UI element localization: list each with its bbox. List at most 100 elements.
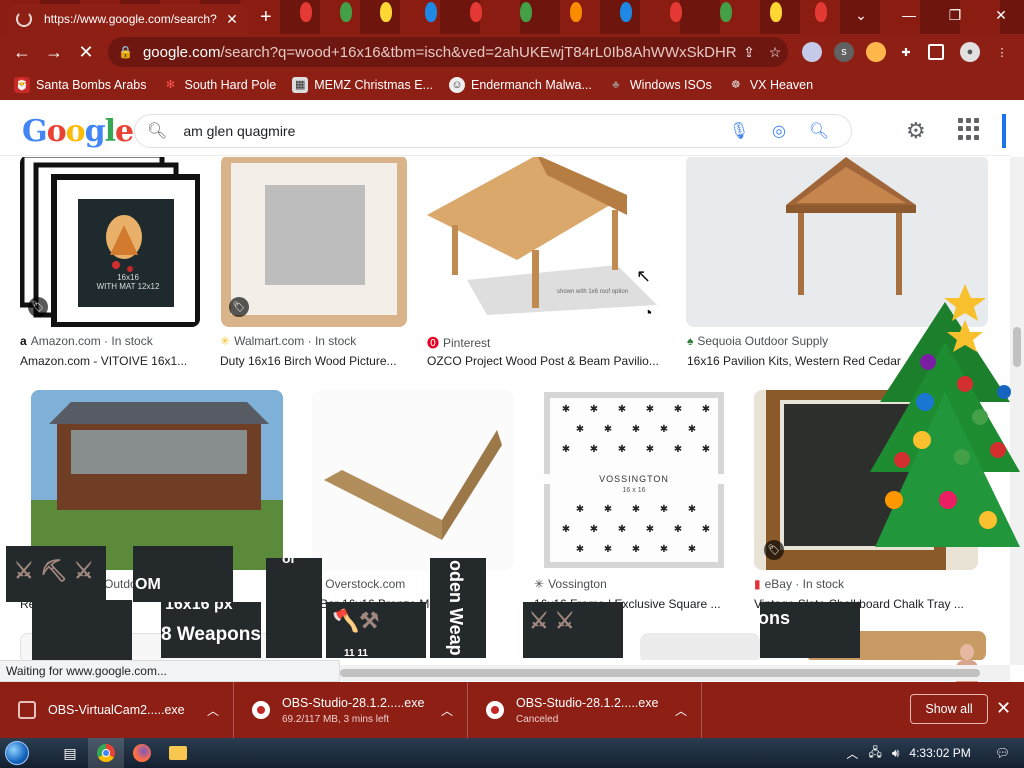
walmart-icon: ✳	[220, 334, 231, 348]
star-mark: ✱	[632, 544, 640, 555]
result-title[interactable]: Amazon.com - VITOIVE 16x1...	[20, 354, 200, 368]
star-mark: ✱	[576, 424, 584, 435]
overlay-text: 8 Weapons	[161, 624, 261, 645]
download-item[interactable]: OBS-VirtualCam2.....exe ︿	[0, 682, 234, 738]
show-all-downloads-button[interactable]: Show all	[910, 694, 988, 724]
result-source[interactable]: ▮ eBay · In stock	[754, 577, 844, 591]
result-thumbnail[interactable]	[686, 157, 988, 327]
file-explorer-icon[interactable]	[160, 738, 196, 768]
result-thumbnail[interactable]: shown with 1x6 roof option ◔	[427, 157, 669, 327]
star-mark: ✱	[562, 444, 570, 455]
apps-grid-icon[interactable]	[958, 118, 980, 140]
face-icon: ☺	[448, 77, 465, 93]
close-downloads-icon[interactable]: ✕	[996, 698, 1011, 719]
chevron-up-icon[interactable]: ︿	[427, 702, 467, 719]
result-source[interactable]: Outdo	[104, 577, 137, 591]
source-label: Walmart.com · In stock	[234, 334, 357, 348]
restore-icon[interactable]: ❐	[932, 0, 978, 30]
forward-arrow-icon[interactable]: →	[38, 36, 70, 68]
bookmark-item[interactable]: 🎅 Santa Bombs Arabs	[14, 77, 146, 93]
firefox-taskbar-icon[interactable]	[124, 738, 160, 768]
download-item[interactable]: OBS-Studio-28.1.2.....exe 69.2/117 MB, 3 …	[234, 682, 468, 738]
back-arrow-icon[interactable]: ←	[6, 36, 38, 68]
flag-extension-icon[interactable]	[802, 42, 822, 62]
bookmark-item[interactable]: ▦ MEMZ Christmas E...	[292, 77, 433, 93]
bookmark-item[interactable]: ☸ VX Heaven	[728, 77, 813, 93]
light-bulb	[720, 2, 732, 22]
chevron-up-icon[interactable]: ︿	[661, 702, 701, 719]
search-submit-icon[interactable]: 🔍︎	[799, 121, 839, 141]
bookmark-star-icon[interactable]: ☆	[762, 44, 788, 61]
result-thumbnail[interactable]: 16x16 WITH MAT 12x12 🏷︎	[20, 157, 200, 327]
result-thumbnail-partial[interactable]	[640, 633, 760, 660]
result-source[interactable]: ✳ Walmart.com · In stock	[220, 334, 356, 348]
chrome-taskbar-icon[interactable]	[88, 738, 124, 768]
minimize-icon[interactable]: —	[886, 0, 932, 30]
bookmark-item[interactable]: ☺ Endermanch Malwa...	[448, 77, 592, 93]
pinterest-icon: ⓿	[427, 336, 440, 350]
result-source[interactable]: ✳ Vossington	[534, 577, 607, 591]
search-input[interactable]	[183, 123, 719, 139]
light-bulb	[770, 2, 782, 22]
bookmark-item[interactable]: ✻ South Hard Pole	[162, 77, 276, 93]
overlay-panel: or	[266, 558, 322, 658]
side-panel-icon[interactable]	[928, 44, 944, 60]
tab-search-chevron-icon[interactable]: ⌄	[838, 0, 884, 30]
close-window-icon[interactable]: ✕	[978, 0, 1024, 30]
google-logo[interactable]: Google	[22, 114, 134, 149]
star-mark: ✱	[688, 504, 696, 515]
clock[interactable]: 4:33:02 PM	[909, 746, 970, 760]
overlay-panel: 16x16 px 8 Weapons	[161, 602, 261, 658]
overlay-text: 11 11	[344, 648, 368, 658]
menu-kebab-icon[interactable]: ⋮	[992, 42, 1012, 62]
download-item[interactable]: OBS-Studio-28.1.2.....exe Canceled ︿	[468, 682, 702, 738]
lock-icon: 🔒	[118, 45, 133, 59]
chevron-up-icon[interactable]: ︿	[193, 702, 233, 719]
tab-close-icon[interactable]: ✕	[224, 11, 240, 28]
chalkboard-slate	[780, 400, 934, 550]
bookmark-item[interactable]: ♣ Windows ISOs	[608, 77, 712, 93]
result-source[interactable]: ●Overstock.com	[314, 577, 405, 591]
notifications-icon[interactable]: 💬︎	[995, 746, 1010, 760]
s-extension-icon[interactable]: s	[834, 42, 854, 62]
share-icon[interactable]: ⇪	[736, 44, 762, 61]
result-source[interactable]: ♠ Sequoia Outdoor Supply	[687, 334, 828, 348]
windows-taskbar: ▤ ︿ 🖧 🔊︎ 4:33:02 PM 💬︎	[0, 738, 1024, 768]
avatar-extension-icon[interactable]	[866, 42, 886, 62]
gazebo-roof	[49, 402, 269, 424]
horizontal-scrollbar[interactable]	[340, 665, 1010, 681]
result-thumbnail[interactable]: 🏷︎	[754, 390, 978, 570]
network-icon[interactable]: 🖧	[868, 743, 881, 764]
price-tag-icon: 🏷︎	[764, 540, 784, 560]
vertical-scrollbar[interactable]	[1010, 157, 1024, 665]
star-mark: ✱	[688, 424, 696, 435]
download-status: Canceled	[516, 713, 559, 725]
tray-chevron-up-icon[interactable]: ︿	[846, 745, 858, 762]
camera-lens-icon[interactable]: ◎	[759, 121, 799, 141]
address-bar[interactable]: 🔒 google.com/search?q=wood+16x16&tbm=isc…	[108, 37, 788, 67]
result-source[interactable]: a Amazon.com · In stock	[20, 334, 153, 348]
browser-tab[interactable]: https://www.google.com/search? ✕	[8, 4, 248, 34]
new-tab-icon[interactable]: +	[260, 6, 272, 29]
start-button[interactable]	[0, 738, 34, 768]
result-thumbnail[interactable]: ✱ ✱ ✱ ✱ ✱ ✱ ✱ ✱ ✱ ✱ ✱ ✱ ✱ ✱ ✱ ✱ ✱ ✱ ✱ ✱ ✱ ✱ ✱ ✱ ✱ ✱ ✱ ✱ ✱ ✱ ✱ ✱ ✱ VOSSIN…	[538, 390, 730, 570]
result-thumbnail[interactable]: 🏷︎	[221, 157, 407, 327]
profile-avatar[interactable]: ●	[960, 42, 980, 62]
microphone-icon[interactable]: 🎙︎	[719, 121, 759, 141]
extensions-puzzle-icon[interactable]: ✚	[896, 42, 916, 62]
result-source[interactable]: ⓿ Pinterest	[427, 334, 490, 351]
result-title[interactable]: Duty 16x16 Birch Wood Picture...	[220, 354, 410, 368]
sign-in-button[interactable]	[1002, 114, 1006, 148]
task-view-icon[interactable]: ▤	[52, 738, 88, 768]
result-thumbnail[interactable]	[312, 390, 514, 570]
result-thumbnail[interactable]	[31, 390, 283, 570]
result-title[interactable]: OZCO Project Wood Post & Beam Pavilio...	[427, 354, 667, 368]
scrollbar-thumb[interactable]	[1013, 327, 1021, 367]
stop-loading-icon[interactable]: ✕	[70, 36, 102, 68]
settings-gear-icon[interactable]: ⚙	[906, 118, 926, 144]
star-mark: ✱	[702, 524, 710, 535]
scrollbar-thumb[interactable]	[340, 669, 980, 677]
star-mark: ✱	[562, 404, 570, 415]
volume-icon[interactable]: 🔊︎	[892, 746, 900, 761]
result-title[interactable]: 16x16 Pavilion Kits, Western Red Cedar .…	[687, 354, 907, 368]
